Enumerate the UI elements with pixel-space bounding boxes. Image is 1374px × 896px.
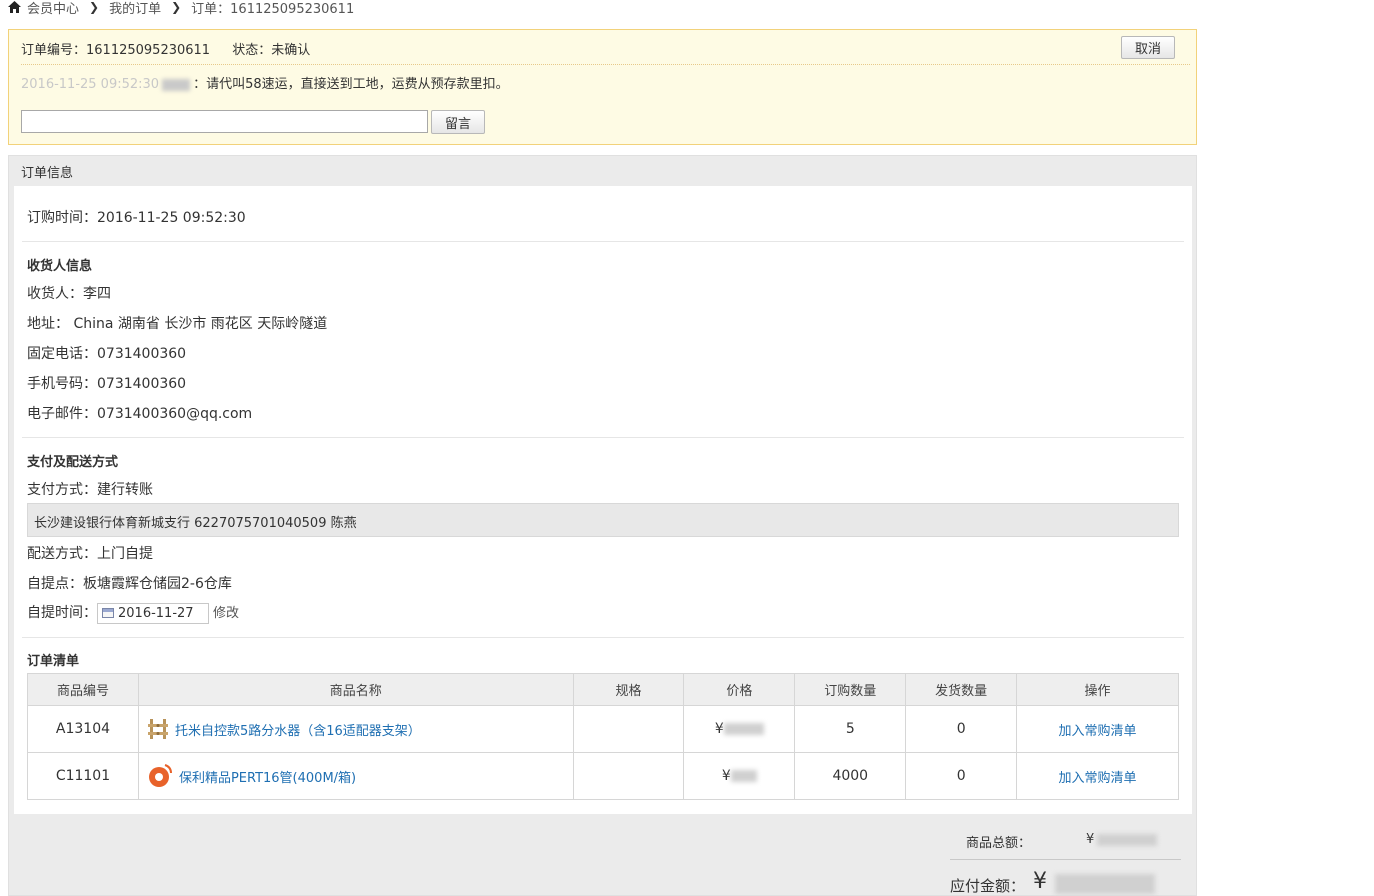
divider <box>22 241 1184 242</box>
order-notice-box: 订单编号：161125095230611 状态：未确认 取消 2016-11-2… <box>8 29 1197 145</box>
item-code: A13104 <box>27 705 139 753</box>
manifold-icon[interactable] <box>147 717 169 741</box>
add-to-favorites-link[interactable]: 加入常购清单 <box>1059 771 1137 786</box>
item-action: 加入常购清单 <box>1016 752 1179 800</box>
order-time: 订购时间：2016-11-25 09:52:30 <box>27 210 246 226</box>
home-icon[interactable] <box>8 1 21 13</box>
breadcrumb-my-orders[interactable]: 我的订单 <box>109 0 161 17</box>
col-header-price: 价格 <box>683 673 796 706</box>
cancel-order-button[interactable]: 取消 <box>1121 36 1175 59</box>
order-list-section-title: 订单清单 <box>27 654 80 669</box>
pickup-date-field[interactable]: 2016-11-27 <box>97 602 209 624</box>
pickup-date-value: 2016-11-27 <box>118 605 194 621</box>
add-to-favorites-link[interactable]: 加入常购清单 <box>1059 724 1137 739</box>
item-price: ¥ <box>683 752 796 800</box>
item-shipped: 0 <box>905 705 1018 753</box>
order-number: 订单编号：161125095230611 <box>21 43 211 58</box>
order-items-table: 商品编号 商品名称 规格 价格 订购数量 发货数量 操作 A13104 托米自控… <box>27 673 1179 800</box>
price-symbol: ¥ <box>721 768 731 784</box>
payable-symbol: ¥ <box>1033 869 1047 894</box>
col-header-action: 操作 <box>1016 673 1179 706</box>
price-redacted <box>723 723 764 735</box>
table-row: C11101 保利精品PERT16管(400M/箱) ¥ 4000 0 加入常购… <box>27 752 1179 800</box>
chevron-right-icon: ❯ <box>171 0 182 14</box>
message-text: ：请代叫58速运，直接送到工地，运费从预存款里扣。 <box>193 77 509 92</box>
receiver-phone: 固定电话：0731400360 <box>27 346 187 362</box>
receiver-mobile: 手机号码：0731400360 <box>27 376 187 392</box>
table-header-row: 商品编号 商品名称 规格 价格 订购数量 发货数量 操作 <box>27 673 1179 706</box>
pickup-time-label: 自提时间： <box>27 605 97 621</box>
col-header-spec: 规格 <box>572 673 685 706</box>
bank-info: 长沙建设银行体育新城支行 6227075701040509 陈燕 <box>27 503 1179 537</box>
pickup-point: 自提点：板塘霞辉仓储园2-6仓库 <box>27 576 232 592</box>
message-time: 2016-11-25 09:52:30 <box>21 77 160 92</box>
divider <box>21 64 1190 65</box>
item-price: ¥ <box>683 705 796 753</box>
item-shipped: 0 <box>905 752 1018 800</box>
item-code: C11101 <box>27 752 139 800</box>
order-message: 2016-11-25 09:52:30 ：请代叫58速运，直接送到工地，运费从预存… <box>21 73 509 92</box>
col-header-code: 商品编号 <box>27 673 139 706</box>
delivery-method: 配送方式：上门自提 <box>27 546 153 562</box>
order-info-panel: 订单信息 订购时间：2016-11-25 09:52:30 收货人信息 收货人：… <box>8 155 1197 896</box>
breadcrumb-member-center[interactable]: 会员中心 <box>27 0 79 17</box>
goods-total-label: 商品总额： <box>966 836 1032 851</box>
panel-body: 订购时间：2016-11-25 09:52:30 收货人信息 收货人：李四 地址… <box>14 186 1192 814</box>
pipe-coil-icon[interactable] <box>147 763 173 789</box>
receiver-name: 收货人：李四 <box>27 286 111 302</box>
receiver-section-title: 收货人信息 <box>27 259 93 274</box>
receiver-email: 电子邮件：0731400360@qq.com <box>27 406 253 422</box>
calendar-icon <box>102 607 114 618</box>
divider <box>22 637 1184 638</box>
price-redacted <box>730 770 757 782</box>
price-symbol: ¥ <box>714 721 724 737</box>
item-spec <box>572 752 685 800</box>
order-header: 订单编号：161125095230611 状态：未确认 <box>21 39 310 58</box>
payable-amount-redacted <box>1055 874 1155 894</box>
message-input[interactable] <box>21 110 428 133</box>
col-header-qty: 订购数量 <box>794 673 907 706</box>
pickup-time-row: 自提时间： 2016-11-27 修改 <box>27 602 239 624</box>
item-spec <box>572 705 685 753</box>
divider <box>22 437 1184 438</box>
breadcrumb-current-order: 订单：161125095230611 <box>191 1 355 17</box>
col-header-shipped: 发货数量 <box>905 673 1018 706</box>
item-qty: 5 <box>794 705 907 753</box>
message-author-redacted <box>162 78 191 91</box>
payable-label: 应付金额： <box>950 877 1026 895</box>
item-qty: 4000 <box>794 752 907 800</box>
item-name-cell: 托米自控款5路分水器（含16适配器支架） <box>137 705 574 753</box>
item-name-cell: 保利精品PERT16管(400M/箱) <box>137 752 574 800</box>
col-header-name: 商品名称 <box>137 673 574 706</box>
goods-total-redacted <box>1097 834 1157 846</box>
edit-pickup-date-link[interactable]: 修改 <box>213 606 239 621</box>
divider <box>950 859 1181 860</box>
receiver-address: 地址： China 湖南省 长沙市 雨花区 天际岭隧道 <box>27 316 328 332</box>
panel-title: 订单信息 <box>21 166 74 181</box>
item-action: 加入常购清单 <box>1016 705 1179 753</box>
goods-total-symbol: ¥ <box>1086 832 1095 847</box>
leave-message-button[interactable]: 留言 <box>431 110 485 134</box>
chevron-right-icon: ❯ <box>89 0 100 14</box>
product-link[interactable]: 保利精品PERT16管(400M/箱) <box>179 771 356 786</box>
product-link[interactable]: 托米自控款5路分水器（含16适配器支架） <box>175 724 421 739</box>
order-status: 状态：未确认 <box>232 43 311 58</box>
table-row: A13104 托米自控款5路分水器（含16适配器支架） ¥ 5 0 加入常购清单 <box>27 705 1179 753</box>
breadcrumb: 会员中心 ❯ 我的订单 ❯ 订单：161125095230611 <box>8 0 355 17</box>
payment-section-title: 支付及配送方式 <box>27 455 119 470</box>
payment-method: 支付方式：建行转账 <box>27 482 153 498</box>
